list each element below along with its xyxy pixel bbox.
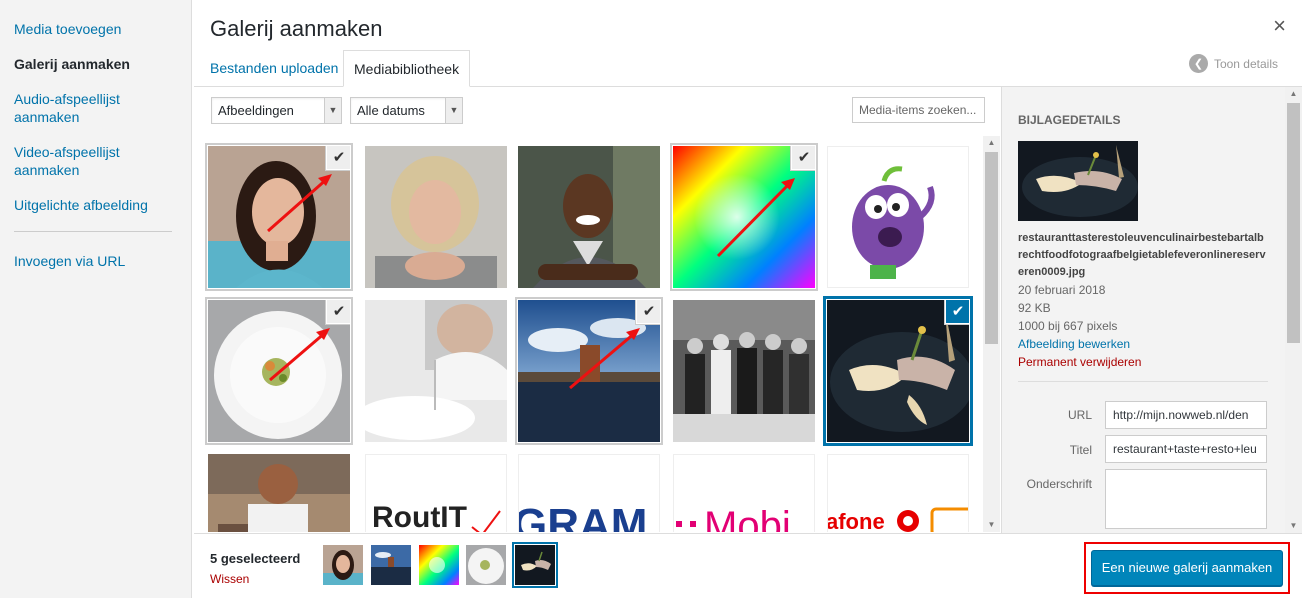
grid-scrollbar-thumb[interactable] xyxy=(985,152,998,344)
details-filename: restauranttasterestoleuvenculinairbesteb… xyxy=(1018,232,1266,278)
caption-label: Onderschrift xyxy=(1026,477,1092,491)
menu-item-media-toevoegen[interactable]: Media toevoegen xyxy=(0,20,191,38)
scroll-up-icon[interactable]: ▲ xyxy=(983,136,1000,150)
toon-details-label: Toon details xyxy=(1213,56,1278,71)
media-menu: Media toevoegen Galerij aanmaken Audio-a… xyxy=(0,0,192,598)
toon-details-toggle[interactable]: ❮ Toon details xyxy=(1188,54,1278,73)
menu-item-video-afspeellijst[interactable]: Video-afspeellijst aanmaken xyxy=(0,143,140,179)
media-modal: Media toevoegen Galerij aanmaken Audio-a… xyxy=(0,0,1302,598)
details-dimensions: 1000 bij 667 pixels xyxy=(1018,319,1118,333)
details-scrollbar-thumb[interactable] xyxy=(1287,103,1300,343)
plated-dish-white-thumb xyxy=(466,545,506,585)
portrait-man-smiling-image xyxy=(518,146,660,288)
scroll-down-icon[interactable]: ▼ xyxy=(1285,519,1302,533)
details-thumbnail-image xyxy=(1018,141,1138,221)
attachment-tile[interactable] xyxy=(365,146,507,288)
selection-thumb[interactable] xyxy=(466,545,506,585)
details-heading: Bijlagedetails xyxy=(1018,113,1121,127)
caption-textarea[interactable] xyxy=(1105,469,1267,529)
clear-selection-link[interactable]: Wissen xyxy=(210,572,249,586)
details-filesize: 92 KB xyxy=(1018,301,1051,315)
details-thumbnail xyxy=(1018,141,1138,221)
chef-plating-image xyxy=(365,300,507,442)
chevron-down-icon: ▼ xyxy=(445,98,462,123)
menu-item-audio-afspeellijst[interactable]: Audio-afspeellijst aanmaken xyxy=(0,90,140,126)
url-label: URL xyxy=(1067,408,1092,422)
page-title: Galerij aanmaken xyxy=(210,16,383,41)
routit-logo-text: RoutIT xyxy=(372,501,467,532)
attachment-tile[interactable]: GRAM xyxy=(518,454,660,532)
plated-dish-dark-thumb xyxy=(515,545,555,585)
attachment-tile[interactable]: ✔ xyxy=(673,146,815,288)
attachment-tile[interactable]: ✔ xyxy=(518,300,660,442)
attachment-tile[interactable] xyxy=(208,454,350,532)
group-photo-bw-image xyxy=(673,300,815,442)
chef-portrait-image xyxy=(208,454,350,532)
create-gallery-button[interactable]: Een nieuwe galerij aanmaken xyxy=(1091,550,1283,586)
date-filter-select[interactable]: Alle datums ▼ xyxy=(350,97,463,124)
title-label: Titel xyxy=(1069,443,1092,457)
tab-bestanden-uploaden[interactable]: Bestanden uploaden xyxy=(200,50,348,87)
tmobile-logo-text: Mobi xyxy=(704,504,791,532)
selection-thumb[interactable] xyxy=(515,545,555,585)
checkmark-icon[interactable]: ✔ xyxy=(792,146,815,169)
router-tabs: Bestanden uploaden Mediabibliotheek xyxy=(194,50,1302,87)
details-separator xyxy=(1018,381,1268,382)
routit-logo-image: RoutIT xyxy=(366,455,506,532)
search-input[interactable]: Media-items zoeken... xyxy=(852,97,985,123)
date-filter-value: Alle datums xyxy=(357,103,425,118)
attachment-tile[interactable]: ✔ xyxy=(827,300,969,442)
details-date: 20 februari 2018 xyxy=(1018,283,1106,297)
attachment-tile[interactable]: afone xyxy=(827,454,969,532)
selection-toolbar: 5 geselecteerd Wissen Een nieuwe galerij… xyxy=(194,533,1302,598)
menu-item-uitgelichte-afbeelding[interactable]: Uitgelichte afbeelding xyxy=(0,196,191,214)
attachment-tile[interactable] xyxy=(827,146,969,288)
attachment-tile[interactable]: ✔ xyxy=(208,146,350,288)
attachment-tile[interactable] xyxy=(365,300,507,442)
create-gallery-highlight: Een nieuwe galerij aanmaken xyxy=(1084,542,1290,594)
gram-logo-text: GRAM xyxy=(519,500,647,532)
attachment-tile[interactable]: Mobi xyxy=(673,454,815,532)
attachment-tile[interactable]: ✔ xyxy=(208,300,350,442)
selected-count: 5 geselecteerd xyxy=(210,551,301,566)
chevron-down-icon: ▼ xyxy=(324,98,341,123)
checkmark-icon[interactable]: ✔ xyxy=(637,300,660,323)
selection-thumb[interactable] xyxy=(371,545,411,585)
checkmark-icon[interactable]: ✔ xyxy=(327,300,350,323)
type-filter-value: Afbeeldingen xyxy=(218,103,294,118)
chevron-left-icon: ❮ xyxy=(1188,54,1208,73)
attachment-tile[interactable]: RoutIT xyxy=(365,454,507,532)
selection-thumb[interactable] xyxy=(419,545,459,585)
attachment-tile[interactable] xyxy=(673,300,815,442)
vodafone-ziggo-logo-image: afone xyxy=(828,455,968,532)
selection-thumb[interactable] xyxy=(323,545,363,585)
grid-scrollbar[interactable]: ▲ ▼ xyxy=(983,136,1000,532)
purple-cartoon-character-image xyxy=(828,147,968,287)
city-waterfront-thumb xyxy=(371,545,411,585)
tab-mediabibliotheek[interactable]: Mediabibliotheek xyxy=(343,50,471,87)
vodafone-logo-text: afone xyxy=(828,509,885,532)
gram-logo-image: GRAM xyxy=(519,455,659,532)
portrait-woman-blonde-image xyxy=(365,146,507,288)
attachment-tile[interactable] xyxy=(518,146,660,288)
title-field[interactable]: restaurant+taste+resto+leu xyxy=(1105,435,1267,463)
close-icon[interactable]: × xyxy=(1273,14,1286,38)
scroll-down-icon[interactable]: ▼ xyxy=(983,518,1000,532)
scroll-up-icon[interactable]: ▲ xyxy=(1285,87,1302,101)
delete-permanently-link[interactable]: Permanent verwijderen xyxy=(1018,355,1141,369)
menu-item-galerij-aanmaken[interactable]: Galerij aanmaken xyxy=(0,55,191,73)
tmobile-logo-image: Mobi xyxy=(674,455,814,532)
url-field[interactable]: http://mijn.nowweb.nl/den xyxy=(1105,401,1267,429)
menu-separator xyxy=(14,231,172,232)
details-scrollbar[interactable]: ▲ ▼ xyxy=(1285,87,1302,533)
color-wheel-thumb xyxy=(419,545,459,585)
menu-item-invoegen-via-url[interactable]: Invoegen via URL xyxy=(0,252,191,270)
portrait-woman-brunette-thumb xyxy=(323,545,363,585)
checkmark-icon[interactable]: ✔ xyxy=(327,146,350,169)
attachments-grid: ✔ ✔ ✔ ✔ ✔ RoutIT GRAM Mobi afone xyxy=(194,136,984,532)
checkmark-icon[interactable]: ✔ xyxy=(946,300,969,323)
edit-image-link[interactable]: Afbeelding bewerken xyxy=(1018,337,1130,351)
type-filter-select[interactable]: Afbeeldingen ▼ xyxy=(211,97,342,124)
attachment-details-panel: Bijlagedetails restauranttasterestoleuve… xyxy=(1001,87,1302,533)
